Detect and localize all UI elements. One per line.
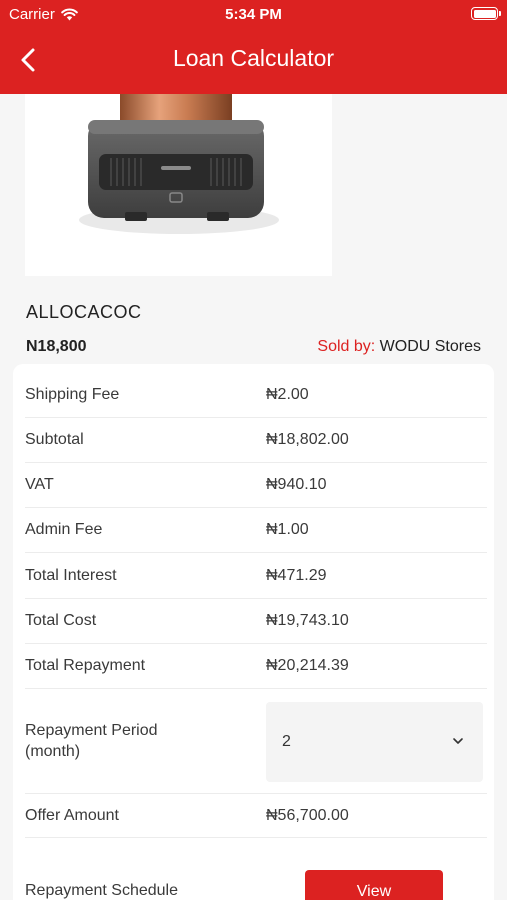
repayment-period-value: 2 [282, 733, 291, 750]
page-title: Loan Calculator [172, 45, 335, 71]
summary-row-offer-amount: Offer Amount ₦56,700.00 [25, 793, 487, 838]
loan-summary-card: Shipping Fee ₦2.00 Subtotal ₦18,802.00 V… [13, 364, 494, 900]
summary-row-shipping-fee: Shipping Fee ₦2.00 [25, 373, 487, 418]
row-value: ₦2.00 [266, 386, 309, 403]
row-value: ₦20,214.39 [266, 657, 349, 674]
row-value: ₦940.10 [266, 476, 327, 493]
row-value: ₦18,802.00 [266, 431, 349, 448]
row-value: ₦56,700.00 [266, 806, 349, 824]
row-value: ₦1.00 [266, 521, 309, 538]
row-label: Total Repayment [25, 657, 146, 674]
row-value: ₦471.29 [266, 567, 327, 584]
row-label: Total Cost [25, 612, 97, 629]
sold-by-label: Sold by: [317, 338, 376, 355]
chevron-down-icon [453, 738, 463, 744]
row-label: Total Interest [25, 567, 117, 584]
battery-icon [471, 7, 501, 20]
row-label: VAT [25, 476, 54, 493]
summary-row-total-cost: Total Cost ₦19,743.10 [25, 599, 487, 644]
repayment-period-select[interactable]: 2 [266, 702, 483, 782]
product-image [25, 94, 332, 276]
repayment-period-label: Repayment Period (month) [25, 720, 225, 762]
app-header: Carrier 5:34 PM Loan Calculator [0, 0, 507, 94]
row-value: ₦19,743.10 [266, 612, 349, 629]
summary-row-total-repayment: Total Repayment ₦20,214.39 [25, 644, 487, 689]
summary-row-total-interest: Total Interest ₦471.29 [25, 554, 487, 599]
product-name: ALLOCACOC [26, 302, 142, 322]
repayment-period-label-line1: Repayment Period [25, 722, 158, 739]
summary-row-vat: VAT ₦940.10 [25, 463, 487, 508]
row-label: Subtotal [25, 431, 84, 448]
seller-info: Sold by: WODU Stores [317, 338, 481, 356]
nav-bar: Loan Calculator [0, 36, 507, 84]
product-price: N18,800 [26, 338, 87, 355]
summary-row-admin-fee: Admin Fee ₦1.00 [25, 508, 487, 553]
status-time: 5:34 PM [225, 6, 282, 23]
view-schedule-button[interactable]: View [305, 870, 443, 900]
row-label: Shipping Fee [25, 386, 120, 403]
seller-name: WODU Stores [379, 338, 481, 355]
repayment-schedule-label: Repayment Schedule [25, 882, 178, 899]
row-label: Admin Fee [25, 521, 103, 538]
status-bar: Carrier 5:34 PM [0, 0, 507, 28]
repayment-period-label-line2: (month) [25, 743, 81, 760]
row-label: Offer Amount [25, 806, 119, 824]
summary-row-subtotal: Subtotal ₦18,802.00 [25, 418, 487, 463]
